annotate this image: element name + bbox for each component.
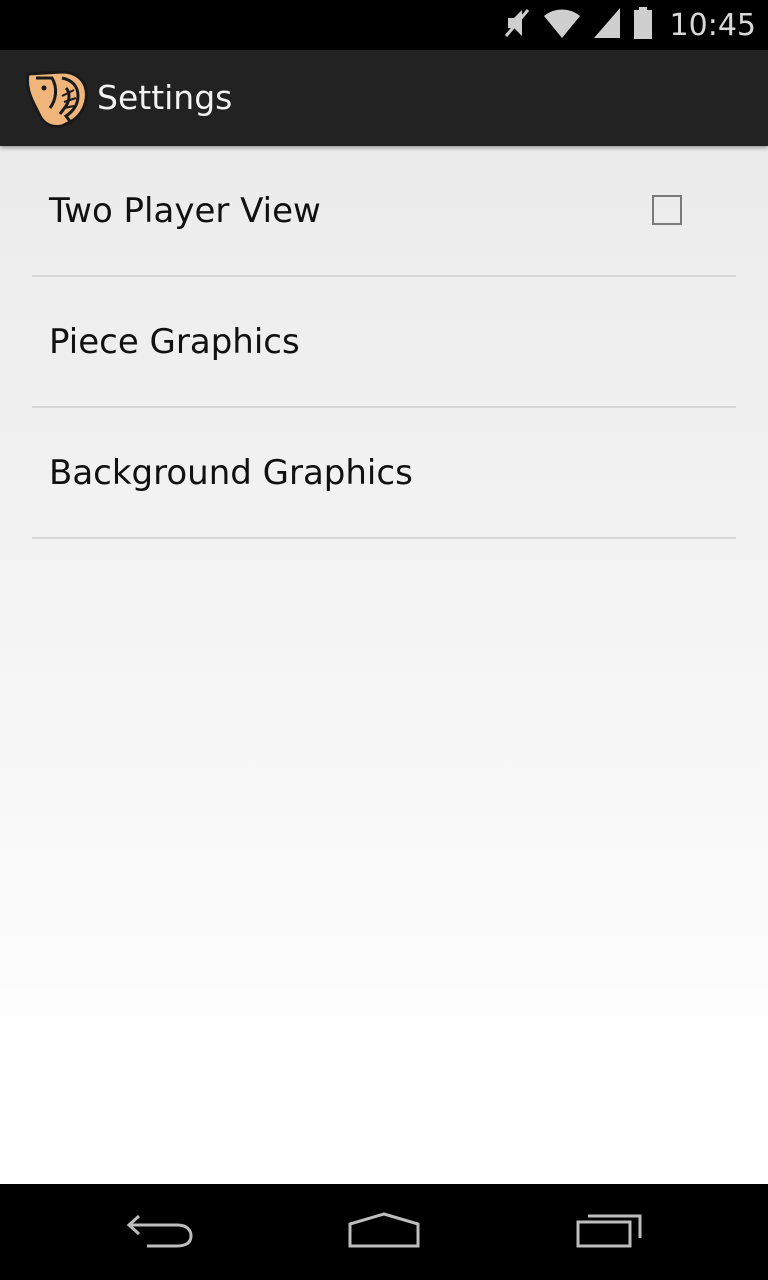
home-button[interactable] xyxy=(334,1184,434,1280)
navigation-bar xyxy=(0,1184,768,1280)
action-bar: Settings xyxy=(0,50,768,146)
preference-background-graphics[interactable]: Background Graphics xyxy=(32,408,736,539)
elephant-logo-icon[interactable] xyxy=(22,66,90,130)
preference-label: Background Graphics xyxy=(49,453,413,493)
mute-icon xyxy=(502,6,532,45)
status-icons: 10:45 xyxy=(502,0,756,50)
preference-list: Two Player View Piece Graphics Backgroun… xyxy=(32,146,736,539)
two-player-view-checkbox[interactable] xyxy=(652,195,682,225)
preference-label: Piece Graphics xyxy=(49,322,300,362)
back-button[interactable] xyxy=(110,1184,210,1280)
preference-piece-graphics[interactable]: Piece Graphics xyxy=(32,277,736,408)
settings-screen: 10:45 Settings Two Player View Piece Gra… xyxy=(0,0,768,1280)
status-time: 10:45 xyxy=(669,7,756,43)
battery-icon xyxy=(632,6,654,45)
home-icon xyxy=(346,1210,422,1255)
signal-icon xyxy=(592,6,622,45)
page-title: Settings xyxy=(97,78,233,117)
preference-label: Two Player View xyxy=(49,191,321,231)
preference-two-player-view[interactable]: Two Player View xyxy=(32,146,736,277)
wifi-icon xyxy=(542,6,582,45)
back-icon xyxy=(125,1210,195,1255)
recent-apps-button[interactable] xyxy=(560,1184,660,1280)
recent-apps-icon xyxy=(574,1210,646,1255)
status-bar: 10:45 xyxy=(0,0,768,50)
